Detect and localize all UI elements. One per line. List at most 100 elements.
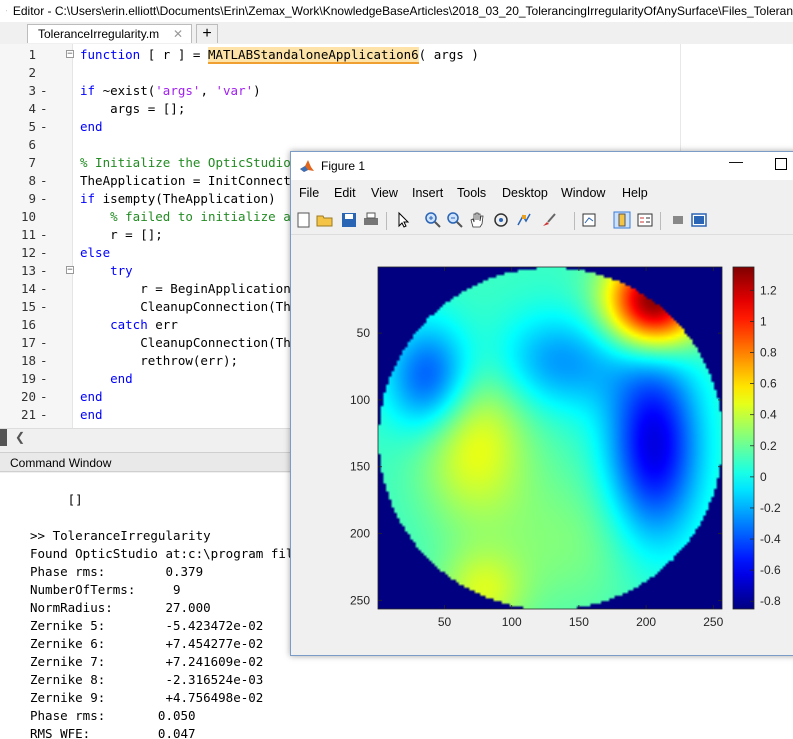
line-number[interactable]: 2 bbox=[0, 64, 36, 82]
toolbar-separator bbox=[386, 212, 387, 230]
editor-title: Editor - C:\Users\erin.elliott\Documents… bbox=[12, 4, 793, 18]
colorbar-tick-label: 0.8 bbox=[760, 346, 777, 360]
breakpoint-marker[interactable]: - bbox=[40, 370, 48, 388]
line-number[interactable]: 5 bbox=[0, 118, 36, 136]
figure-menubar: File Edit View Insert Tools Desktop Window Help bbox=[291, 180, 793, 208]
line-number[interactable]: 3 bbox=[0, 82, 36, 100]
line-number[interactable]: 4 bbox=[0, 100, 36, 118]
fold-toggle-icon[interactable]: − bbox=[66, 266, 74, 275]
pan-icon[interactable] bbox=[468, 211, 486, 229]
line-number[interactable]: 7 bbox=[0, 154, 36, 172]
pointer-icon[interactable] bbox=[394, 211, 412, 229]
breakpoint-marker[interactable]: - bbox=[40, 172, 48, 190]
line-number[interactable]: 17 bbox=[0, 334, 36, 352]
line-number[interactable]: 6 bbox=[0, 136, 36, 154]
save-icon[interactable] bbox=[340, 211, 358, 229]
colorbar-tick-label: 0.4 bbox=[760, 408, 777, 422]
y-tick-label: 150 bbox=[350, 460, 370, 474]
open-file-icon[interactable] bbox=[316, 211, 334, 229]
command-output-line: Zernike 6: +7.454277e-02 bbox=[30, 636, 264, 651]
new-figure-icon[interactable] bbox=[295, 211, 313, 229]
zoom-in-icon[interactable] bbox=[424, 211, 442, 229]
breakpoint-marker[interactable]: - bbox=[40, 280, 48, 298]
breakpoint-marker[interactable]: - bbox=[40, 226, 48, 244]
show-tools-icon[interactable] bbox=[690, 211, 708, 229]
figure-titlebar[interactable]: Figure 1 — bbox=[291, 152, 793, 180]
colorbar-tick-label: 1 bbox=[760, 314, 767, 328]
brush-icon[interactable] bbox=[540, 211, 558, 229]
menu-file[interactable]: File bbox=[299, 186, 319, 200]
line-number[interactable]: 12 bbox=[0, 244, 36, 262]
minimize-button[interactable]: — bbox=[729, 153, 743, 169]
colorbar[interactable] bbox=[732, 266, 755, 610]
menu-help[interactable]: Help bbox=[622, 186, 648, 200]
menu-desktop[interactable]: Desktop bbox=[502, 186, 548, 200]
print-icon[interactable] bbox=[362, 211, 380, 229]
rotate-icon[interactable] bbox=[492, 211, 510, 229]
scrollbar-strip bbox=[0, 429, 7, 446]
breakpoint-marker[interactable]: - bbox=[40, 388, 48, 406]
data-cursor-icon[interactable] bbox=[515, 211, 533, 229]
line-number[interactable]: 8 bbox=[0, 172, 36, 190]
line-number[interactable]: 19 bbox=[0, 370, 36, 388]
code-text: catch err bbox=[110, 317, 178, 332]
close-icon[interactable]: ✕ bbox=[173, 25, 183, 44]
menu-insert[interactable]: Insert bbox=[412, 186, 443, 200]
y-tick-label: 50 bbox=[357, 326, 371, 340]
add-tab-button[interactable]: + bbox=[196, 24, 218, 43]
menu-tools[interactable]: Tools bbox=[457, 186, 486, 200]
breakpoint-marker[interactable]: - bbox=[40, 262, 48, 280]
line-number[interactable]: 15 bbox=[0, 298, 36, 316]
line-number[interactable]: 11 bbox=[0, 226, 36, 244]
line-number[interactable]: 1 bbox=[0, 46, 36, 64]
colorbar-icon[interactable] bbox=[613, 211, 631, 229]
colorbar-tick-label: 1.2 bbox=[760, 283, 777, 297]
figure-canvas: 50 100 150 200 250 50 100 150 200 250 1.2 1 0.8 0.6 0.… bbox=[291, 235, 793, 655]
code-text: end bbox=[80, 119, 103, 134]
tab-tolerance-irregularity[interactable]: ToleranceIrregularity.m ✕ bbox=[27, 24, 192, 43]
zoom-out-icon[interactable] bbox=[446, 211, 464, 229]
breakpoint-marker[interactable]: - bbox=[40, 118, 48, 136]
code-line: 1 − function [ r ] = MATLABStandaloneAppli… bbox=[0, 46, 793, 64]
menu-view[interactable]: View bbox=[371, 186, 398, 200]
code-text: else bbox=[80, 245, 111, 260]
breakpoint-marker[interactable]: - bbox=[40, 190, 48, 208]
figure-window[interactable]: Figure 1 — File Edit View Insert Tools Deskto… bbox=[290, 151, 793, 656]
breakpoint-marker[interactable]: - bbox=[40, 100, 48, 118]
line-number[interactable]: 13 bbox=[0, 262, 36, 280]
scroll-left-icon[interactable]: ❮ bbox=[13, 429, 27, 446]
editor-app-icon bbox=[6, 10, 7, 12]
line-number[interactable]: 9 bbox=[0, 190, 36, 208]
line-number[interactable]: 21 bbox=[0, 406, 36, 424]
breakpoint-marker[interactable]: - bbox=[40, 298, 48, 316]
breakpoint-marker[interactable]: - bbox=[40, 82, 48, 100]
toolbar-separator bbox=[574, 212, 575, 230]
breakpoint-marker[interactable]: - bbox=[40, 352, 48, 370]
code-line: 2 bbox=[0, 64, 793, 82]
y-tick-label: 200 bbox=[350, 527, 370, 541]
toolbar-separator bbox=[660, 212, 661, 230]
command-output-line: >> ToleranceIrregularity bbox=[30, 528, 211, 543]
line-number[interactable]: 14 bbox=[0, 280, 36, 298]
breakpoint-marker[interactable]: - bbox=[40, 334, 48, 352]
heatmap-plot[interactable]: 50 100 150 200 250 50 100 150 200 250 1.2 1 0.8 0.6 0.… bbox=[291, 235, 793, 655]
code-line: 5- end bbox=[0, 118, 793, 136]
hide-tools-icon[interactable] bbox=[669, 211, 687, 229]
line-number[interactable]: 16 bbox=[0, 316, 36, 334]
menu-edit[interactable]: Edit bbox=[334, 186, 356, 200]
fold-toggle-icon[interactable]: − bbox=[66, 50, 74, 59]
legend-icon[interactable] bbox=[636, 211, 654, 229]
maximize-button[interactable] bbox=[775, 158, 787, 170]
breakpoint-marker[interactable]: - bbox=[40, 244, 48, 262]
line-number[interactable]: 10 bbox=[0, 208, 36, 226]
line-number[interactable]: 18 bbox=[0, 352, 36, 370]
command-output-line: Zernike 8: -2.316524e-03 bbox=[30, 672, 264, 687]
line-number[interactable]: 20 bbox=[0, 388, 36, 406]
colorbar-tick-label: 0.2 bbox=[760, 439, 777, 453]
code-text: if ~exist('args', 'var') bbox=[80, 83, 261, 98]
breakpoint-marker[interactable]: - bbox=[40, 406, 48, 424]
menu-window[interactable]: Window bbox=[561, 186, 605, 200]
y-tick-label: 250 bbox=[350, 593, 370, 607]
x-tick-label: 50 bbox=[438, 615, 452, 629]
link-plot-icon[interactable] bbox=[581, 211, 599, 229]
